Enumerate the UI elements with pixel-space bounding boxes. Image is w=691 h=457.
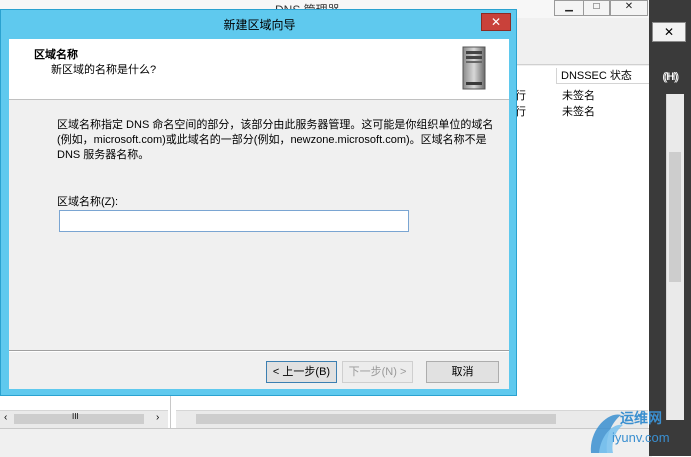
zone-name-label: 区域名称(Z): bbox=[57, 196, 119, 208]
left-hscrollbar[interactable]: ‹ III › bbox=[0, 410, 168, 428]
dialog-title: 新建区域向导 bbox=[223, 18, 296, 32]
grip-label: III bbox=[72, 412, 79, 421]
scroll-right-arrow-icon[interactable]: › bbox=[156, 412, 159, 423]
zone-description: 区域名称指定 DNS 命名空间的部分，该部分由此服务器管理。这可能是你组织单位的… bbox=[57, 119, 494, 161]
header-title: 区域名称 bbox=[34, 49, 78, 61]
window-close-button[interactable]: ✕ bbox=[610, 0, 648, 16]
watermark-text-url: iyunv.com bbox=[612, 430, 670, 445]
server-icon bbox=[462, 46, 486, 90]
help-menu-label[interactable]: (H) bbox=[652, 66, 691, 88]
minimize-button[interactable]: ▁ bbox=[554, 0, 584, 16]
status-bar bbox=[0, 428, 652, 457]
list-item-status[interactable]: 未签名 bbox=[562, 87, 595, 103]
button-separator bbox=[9, 350, 509, 352]
maximize-button[interactable]: □ bbox=[583, 0, 610, 16]
list-item-status[interactable]: 未签名 bbox=[562, 103, 595, 119]
header-subtitle: 新区域的名称是什么? bbox=[51, 64, 157, 76]
new-zone-wizard-dialog: 新建区域向导 ✕ 区域名称 新区域的名称是什么? 区域名称指定 DNS 命名空间… bbox=[0, 9, 517, 396]
right-hscroll-thumb[interactable] bbox=[196, 414, 556, 424]
left-hscroll-thumb[interactable] bbox=[14, 414, 144, 424]
vertical-scrollbar[interactable] bbox=[666, 94, 684, 420]
cancel-button[interactable]: 取消 bbox=[426, 361, 499, 383]
dialog-close-button[interactable]: ✕ bbox=[481, 13, 511, 31]
zone-name-input[interactable] bbox=[59, 210, 409, 232]
wizard-header: 区域名称 新区域的名称是什么? bbox=[9, 39, 509, 100]
watermark-text-cn: 运维网 bbox=[620, 410, 662, 426]
vscroll-thumb[interactable] bbox=[669, 152, 681, 282]
scroll-left-arrow-icon[interactable]: ‹ bbox=[4, 412, 7, 423]
back-button[interactable]: < 上一步(B) bbox=[266, 361, 337, 383]
inner-close-button[interactable]: ✕ bbox=[652, 22, 686, 42]
right-hscrollbar[interactable] bbox=[176, 410, 648, 428]
column-header-dnssec[interactable]: DNSSEC 状态 bbox=[556, 68, 649, 84]
dialog-body: 区域名称 新区域的名称是什么? 区域名称指定 DNS 命名空间的部分，该部分由此… bbox=[9, 39, 509, 389]
next-button[interactable]: 下一步(N) > bbox=[342, 361, 413, 383]
